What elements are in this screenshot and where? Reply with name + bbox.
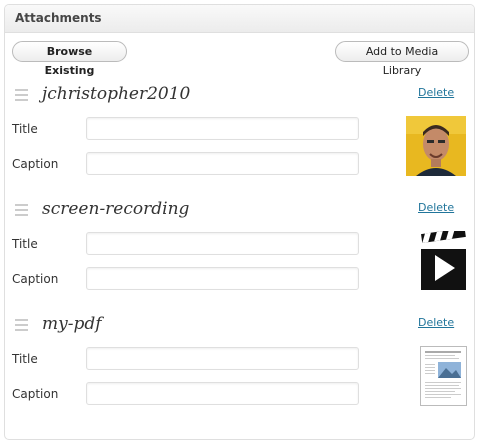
title-label: Title [12,352,38,366]
panel-title: Attachments [5,5,474,33]
attachment-item: screen-recording Delete Title Caption [5,198,474,308]
drag-handle-icon[interactable] [15,89,28,101]
browse-existing-button[interactable]: Browse Existing [12,41,127,77]
title-input[interactable] [86,347,359,370]
caption-input[interactable] [86,152,359,175]
title-input[interactable] [86,232,359,255]
attachment-item: my-pdf Delete Title Caption [5,313,474,423]
caption-input[interactable] [86,382,359,405]
drag-handle-icon[interactable] [15,319,28,331]
delete-link[interactable]: Delete [418,86,454,99]
title-label: Title [12,122,38,136]
caption-input[interactable] [86,267,359,290]
attachment-name: screen-recording [42,199,190,219]
title-input[interactable] [86,117,359,140]
photo-thumbnail [406,116,466,176]
attachments-panel: Attachments Browse Existing Add to Media… [4,4,475,440]
delete-link[interactable]: Delete [418,316,454,329]
drag-handle-icon[interactable] [15,204,28,216]
caption-label: Caption [12,272,59,286]
caption-label: Caption [12,387,59,401]
delete-link[interactable]: Delete [418,201,454,214]
title-label: Title [12,237,38,251]
attachment-item: jchristopher2010 Delete Title Caption [5,83,474,193]
video-file-icon [420,231,467,291]
attachment-name: jchristopher2010 [42,84,191,104]
caption-label: Caption [12,157,59,171]
attachment-name: my-pdf [42,314,102,334]
pdf-document-icon [420,346,467,406]
add-to-media-library-button[interactable]: Add to Media Library [335,41,469,77]
